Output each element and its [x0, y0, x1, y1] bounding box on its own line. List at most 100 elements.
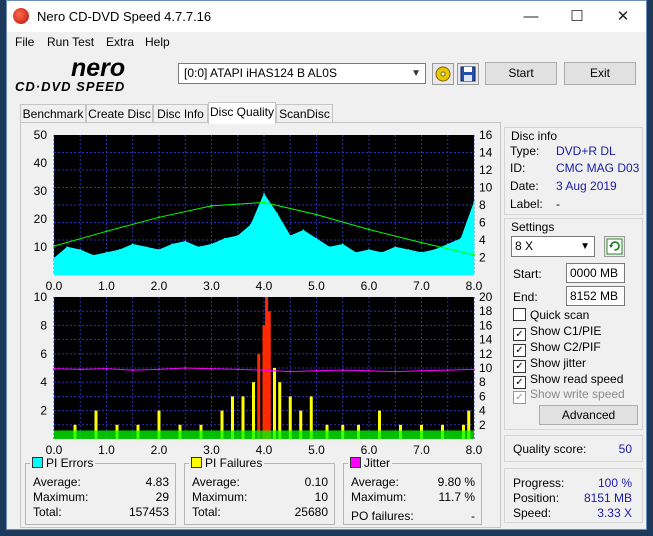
- x-tick-label: 0.0: [46, 443, 63, 457]
- x-tick-label: 2.0: [151, 279, 168, 293]
- nero-logo: nero CD·DVD SPEED: [15, 55, 125, 94]
- close-button[interactable]: ✕: [600, 1, 646, 32]
- minimize-button[interactable]: —: [508, 1, 554, 32]
- jitter-point: [341, 369, 344, 372]
- jitter-max-value: 11.7 %: [438, 490, 475, 504]
- drive-select[interactable]: [0:0] ATAPI iHAS124 B AL0S ▼: [178, 63, 426, 84]
- x-tick-label: 6.0: [361, 443, 378, 457]
- y-right-tick-label: 16: [479, 128, 493, 142]
- read-speed-point: [368, 228, 370, 231]
- disc-type-label: Type:: [510, 144, 540, 158]
- checkmark-icon: ✓: [513, 391, 526, 404]
- pi-errors-point: [158, 249, 160, 251]
- pi-failures-total-label: Total:: [192, 505, 221, 519]
- y-left-tick-label: 8: [40, 318, 47, 332]
- quality-score-value: 50: [618, 442, 632, 456]
- tab-create-disc[interactable]: Create Disc: [86, 104, 153, 123]
- show-c1-checkbox[interactable]: ✓ Show C1/PIE: [513, 324, 601, 341]
- exit-button[interactable]: Exit: [564, 62, 636, 85]
- jitter-max-label: Maximum:: [351, 490, 407, 504]
- y-right-tick-label: 4: [479, 404, 486, 418]
- x-tick-label: 5.0: [308, 279, 325, 293]
- menu-help[interactable]: Help: [145, 35, 170, 49]
- speed-select[interactable]: 8 X ▼: [511, 236, 595, 257]
- read-speed-point: [473, 253, 475, 256]
- y-right-tick-label: 2: [479, 251, 486, 265]
- logo-speed-text: CD·DVD SPEED: [15, 79, 125, 94]
- pi-errors-point: [328, 246, 331, 248]
- pi-failures-max-value: 10: [314, 490, 328, 504]
- maximize-button[interactable]: ☐: [554, 1, 600, 32]
- advanced-button[interactable]: Advanced: [539, 405, 638, 425]
- start-button[interactable]: Start: [485, 62, 557, 85]
- pi-errors-total-value: 157453: [128, 505, 169, 519]
- end-label: End:: [513, 290, 538, 304]
- jitter-point: [446, 369, 449, 372]
- x-tick-label: 2.0: [151, 443, 168, 457]
- pi-failures-max-label: Maximum:: [192, 490, 248, 504]
- tab-disc-quality[interactable]: Disc Quality: [208, 102, 276, 124]
- pi-errors-total-label: Total:: [33, 505, 62, 519]
- y-left-tick-label: 20: [34, 212, 48, 226]
- pi-errors-max-value: 29: [155, 490, 169, 504]
- jitter-point: [79, 368, 82, 371]
- quick-scan-checkbox[interactable]: Quick scan: [513, 308, 589, 322]
- progress-panel: Progress: 100 % Position: 8151 MB Speed:…: [504, 468, 643, 523]
- y-right-tick-label: 6: [479, 216, 486, 230]
- pi-failures-bar: [262, 325, 266, 439]
- tab-disc-info[interactable]: Disc Info: [153, 104, 208, 123]
- menu-run-test[interactable]: Run Test: [47, 35, 94, 49]
- menu-file[interactable]: File: [15, 35, 34, 49]
- position-value: 8151 MB: [583, 491, 632, 505]
- pi-errors-point: [407, 249, 410, 251]
- show-c2-checkbox[interactable]: ✓ Show C2/PIF: [513, 340, 601, 357]
- progress-label: Progress:: [513, 476, 565, 490]
- x-tick-label: 1.0: [98, 279, 115, 293]
- show-write-speed-label: Show write speed: [530, 387, 625, 401]
- y-right-tick-label: 6: [479, 389, 486, 403]
- pi-errors-point: [250, 223, 252, 226]
- jitter-avg-label: Average:: [351, 475, 399, 489]
- y-right-tick-label: 20: [479, 290, 493, 304]
- app-window: Nero CD-DVD Speed 4.7.7.16 — ☐ ✕ File Ru…: [6, 0, 647, 530]
- pi-errors-title: PI Errors: [46, 456, 94, 470]
- start-label: Start:: [513, 267, 542, 281]
- start-field[interactable]: 0000 MB: [566, 263, 625, 283]
- refresh-speed-button[interactable]: [604, 236, 625, 257]
- pi-failures-total-value: 25680: [294, 505, 328, 519]
- y-left-tick-label: 10: [34, 290, 48, 304]
- quick-scan-label: Quick scan: [530, 308, 590, 322]
- show-jitter-checkbox[interactable]: ✓ Show jitter: [513, 356, 586, 373]
- disc-label-label: Label:: [510, 197, 543, 211]
- pi-errors-avg-value: 4.83: [145, 475, 169, 489]
- y-left-tick-label: 50: [34, 128, 48, 142]
- tab-benchmark[interactable]: Benchmark: [20, 104, 86, 123]
- end-field[interactable]: 8152 MB: [566, 286, 625, 306]
- quality-score-panel: Quality score: 50: [504, 435, 643, 462]
- disc-info-panel: Disc info Type: DVD+R DL ID: CMC MAG D03…: [504, 127, 643, 215]
- jitter-point: [420, 369, 423, 372]
- y-right-tick-label: 12: [479, 347, 493, 361]
- refresh-icon: [606, 238, 623, 255]
- pi-errors-point: [315, 237, 318, 240]
- pi-errors-point: [433, 249, 436, 251]
- y-right-tick-label: 14: [479, 146, 493, 160]
- y-right-tick-label: 4: [479, 233, 486, 247]
- jitter-point: [263, 369, 265, 372]
- jitter-point: [184, 367, 187, 369]
- pi-failures-bar: [257, 353, 261, 439]
- tab-scandisc[interactable]: ScanDisc: [276, 104, 333, 123]
- pi-failures-avg-label: Average:: [192, 475, 240, 489]
- jitter-swatch: [350, 457, 361, 468]
- disc-info-title: Disc info: [511, 129, 558, 143]
- save-button[interactable]: [457, 63, 479, 85]
- pi-errors-point: [381, 251, 383, 254]
- pi-errors-point: [145, 246, 147, 248]
- pi-failures-baseline: [54, 430, 474, 439]
- x-tick-label: 5.0: [308, 443, 325, 457]
- pi-failures-bar: [273, 368, 276, 439]
- menu-extra[interactable]: Extra: [106, 35, 134, 49]
- pi-errors-point: [276, 212, 278, 215]
- read-speed-point: [420, 241, 423, 244]
- eject-disc-button[interactable]: [432, 63, 454, 85]
